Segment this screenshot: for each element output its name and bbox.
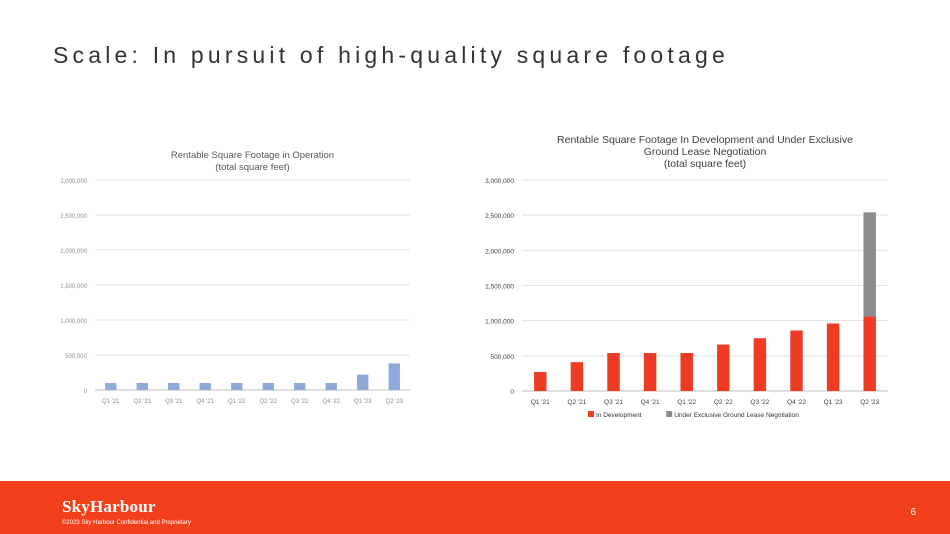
chart-subtitle: Ground Lease Negotiation — [644, 146, 767, 158]
bar — [262, 383, 274, 390]
page-title: Scale: In pursuit of high-quality square… — [53, 42, 729, 68]
x-tick-label: Q1 '23 — [824, 399, 843, 406]
x-tick-label: Q2 '21 — [567, 399, 586, 406]
legend-swatch — [588, 411, 594, 417]
y-tick-label: 500,000 — [65, 354, 87, 360]
bar — [753, 338, 767, 391]
y-tick-label: 0 — [84, 389, 88, 395]
copyright-text: ©2023 Sky Harbour Confidential and Propr… — [62, 520, 191, 526]
bar — [607, 353, 620, 391]
bar — [136, 383, 148, 390]
x-tick-label: Q2 '22 — [260, 399, 278, 405]
chart-development: Rentable Square Footage In Development a… — [485, 134, 888, 419]
x-tick-label: Q4 '21 — [641, 399, 660, 406]
legend-swatch — [666, 411, 673, 417]
footer-bar: SkyHarbour ©2023 Sky Harbour Confidentia… — [0, 481, 950, 534]
x-tick-label: Q1 '21 — [531, 399, 550, 406]
y-tick-label: 3,000,000 — [60, 179, 87, 185]
bar — [199, 383, 211, 390]
x-tick-label: Q2 '22 — [714, 399, 733, 406]
x-tick-label: Q2 '23 — [386, 399, 404, 405]
y-tick-label: 1,500,000 — [485, 284, 514, 291]
bar — [231, 383, 243, 390]
page-number: 6 — [910, 507, 916, 518]
bar — [105, 383, 117, 390]
bar — [325, 383, 337, 390]
bar — [643, 353, 657, 391]
bar — [863, 212, 876, 317]
y-tick-label: 2,500,000 — [60, 214, 87, 220]
x-tick-label: Q3 '21 — [604, 399, 623, 406]
x-tick-label: Q1 '22 — [677, 399, 696, 406]
bar — [717, 344, 730, 391]
y-tick-label: 1,000,000 — [60, 319, 87, 325]
y-tick-label: 2,000,000 — [485, 248, 514, 255]
chart-title: Rentable Square Footage In Development a… — [557, 134, 853, 146]
legend-label: In Development — [596, 412, 642, 419]
chart-subtitle: (total square feet) — [215, 162, 289, 173]
x-tick-label: Q3 '22 — [750, 399, 769, 406]
y-tick-label: 1,000,000 — [485, 319, 514, 326]
x-tick-label: Q3 '22 — [291, 399, 309, 405]
x-tick-label: Q4 '21 — [197, 399, 215, 405]
x-tick-label: Q3 '21 — [165, 399, 183, 405]
y-tick-label: 3,000,000 — [485, 178, 514, 185]
bar — [863, 316, 876, 391]
chart-operation: Rentable Square Footage in Operation(tot… — [60, 150, 410, 405]
legend-label: Under Exclusive Ground Lease Negotiation — [674, 412, 799, 419]
bar — [570, 362, 584, 391]
bar — [388, 363, 400, 390]
chart-subtitle: (total square feet) — [664, 158, 746, 170]
y-tick-label: 0 — [510, 389, 514, 396]
chart-title: Rentable Square Footage in Operation — [171, 150, 334, 161]
x-tick-label: Q2 '23 — [860, 399, 879, 406]
x-tick-label: Q2 '21 — [134, 399, 152, 405]
x-tick-label: Q1 '22 — [228, 399, 246, 405]
bar — [294, 383, 306, 390]
bar — [826, 323, 840, 391]
x-tick-label: Q4 '22 — [787, 399, 806, 406]
x-tick-label: Q4 '22 — [323, 399, 341, 405]
y-tick-label: 500,000 — [491, 354, 515, 361]
bar — [168, 383, 180, 390]
bar — [357, 374, 369, 390]
bar — [534, 372, 547, 391]
y-tick-label: 2,500,000 — [485, 213, 514, 220]
brand-logo: SkyHarbour — [62, 497, 156, 516]
y-tick-label: 2,000,000 — [60, 249, 87, 255]
bar — [680, 353, 693, 391]
x-tick-label: Q1 '23 — [354, 399, 372, 405]
x-tick-label: Q1 '21 — [102, 399, 120, 405]
bar — [790, 330, 803, 391]
y-tick-label: 1,500,000 — [60, 284, 87, 290]
